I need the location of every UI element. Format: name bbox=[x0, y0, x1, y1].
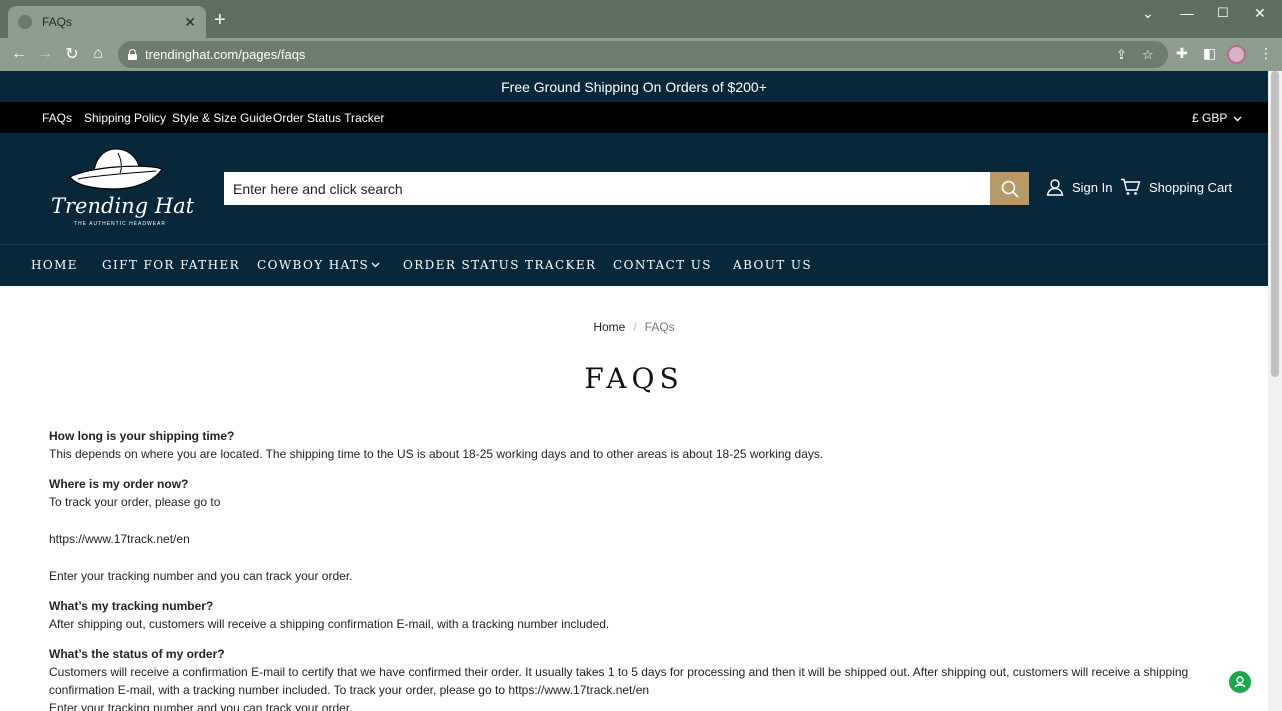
currency-selector[interactable]: £ GBP bbox=[1192, 111, 1242, 125]
nav-order-status-tracker[interactable]: ORDER STATUS TRACKER bbox=[403, 258, 596, 272]
top-menu-faqs[interactable]: FAQs bbox=[42, 111, 72, 125]
breadcrumb: Home / FAQs bbox=[0, 320, 1268, 334]
tab-title: FAQs bbox=[42, 15, 73, 29]
new-tab-icon[interactable]: + bbox=[214, 10, 226, 30]
breadcrumb-current: FAQs bbox=[644, 320, 675, 334]
site-header: Trending Hat THE AUTHENTIC HEADWEAR Sign… bbox=[0, 133, 1268, 244]
close-window-icon[interactable]: ✕ bbox=[1254, 6, 1266, 20]
chat-widget-button[interactable] bbox=[1229, 671, 1251, 693]
faq-answer: Customers will receive a confirmation E-… bbox=[49, 665, 1189, 697]
chevron-down-icon bbox=[1233, 116, 1242, 122]
sign-in-label: Sign In bbox=[1072, 179, 1113, 195]
bookmark-star-icon[interactable]: ☆ bbox=[1142, 47, 1154, 63]
shopping-cart-label: Shopping Cart bbox=[1149, 179, 1233, 195]
nav-cowboy-hats-label: COWBOY HATS bbox=[257, 258, 370, 272]
faq-item: What’s the status of my order? Customers… bbox=[49, 645, 1219, 711]
url-text: trendinghat.com/pages/faqs bbox=[145, 47, 306, 62]
home-icon[interactable]: ⌂ bbox=[87, 43, 109, 65]
main-navigation: HOME GIFT FOR FATHER COWBOY HATS ORDER S… bbox=[0, 244, 1268, 286]
extensions-icon[interactable]: ✚ bbox=[1176, 45, 1188, 62]
side-panel-icon[interactable]: ◧ bbox=[1203, 45, 1216, 62]
breadcrumb-separator: / bbox=[633, 320, 637, 334]
chat-icon bbox=[1234, 676, 1246, 688]
top-menu-style-size-guide[interactable]: Style & Size Guide bbox=[172, 111, 272, 125]
maximize-icon[interactable]: ☐ bbox=[1217, 6, 1229, 20]
search-input[interactable] bbox=[224, 172, 990, 205]
faq-item: How long is your shipping time? This dep… bbox=[49, 427, 1219, 463]
reload-icon[interactable]: ↻ bbox=[61, 43, 83, 65]
site-logo[interactable]: Trending Hat THE AUTHENTIC HEADWEAR bbox=[48, 145, 194, 231]
sign-in-link[interactable]: Sign In bbox=[1046, 178, 1112, 196]
profile-avatar-icon[interactable] bbox=[1227, 45, 1246, 64]
shopping-cart-link[interactable]: Shopping Cart bbox=[1120, 178, 1232, 196]
faq-question: How long is your shipping time? bbox=[49, 429, 235, 443]
minimize-icon[interactable]: — bbox=[1180, 6, 1194, 20]
nav-gift-for-father[interactable]: GIFT FOR FATHER bbox=[102, 258, 240, 272]
tab-close-icon[interactable]: ✕ bbox=[184, 15, 196, 29]
faq-item: What’s my tracking number? After shippin… bbox=[49, 597, 1219, 633]
faq-answer-outro: Enter your tracking number and you can t… bbox=[49, 569, 353, 583]
faq-content: How long is your shipping time? This dep… bbox=[49, 427, 1219, 711]
chevron-down-icon bbox=[371, 262, 380, 268]
browser-tab[interactable]: FAQs ✕ bbox=[8, 6, 206, 38]
address-bar[interactable]: trendinghat.com/pages/faqs ⇪ ☆ bbox=[118, 41, 1168, 68]
search-icon bbox=[1001, 180, 1019, 198]
nav-contact-us[interactable]: CONTACT US bbox=[613, 258, 712, 272]
browser-menu-icon[interactable]: ⋮ bbox=[1259, 45, 1273, 62]
tracking-link[interactable]: https://www.17track.net/en bbox=[49, 530, 1219, 548]
search-button[interactable] bbox=[990, 172, 1029, 205]
scrollbar-thumb[interactable] bbox=[1271, 71, 1279, 377]
faq-question: What’s the status of my order? bbox=[49, 647, 225, 661]
top-menu: FAQs Shipping Policy Style & Size Guide … bbox=[0, 102, 1268, 133]
share-icon[interactable]: ⇪ bbox=[1116, 47, 1127, 63]
nav-cowboy-hats[interactable]: COWBOY HATS bbox=[257, 258, 380, 272]
cowboy-hat-logo-icon bbox=[69, 148, 163, 190]
lock-icon bbox=[128, 49, 137, 60]
top-menu-shipping-policy[interactable]: Shipping Policy bbox=[84, 111, 166, 125]
forward-icon[interactable]: → bbox=[34, 43, 56, 65]
nav-about-us[interactable]: ABOUT US bbox=[733, 258, 812, 272]
announcement-bar: Free Ground Shipping On Orders of $200+ bbox=[0, 71, 1268, 102]
logo-wordmark: Trending Hat bbox=[51, 194, 195, 218]
nav-home[interactable]: HOME bbox=[31, 258, 78, 272]
user-icon bbox=[1046, 179, 1064, 196]
logo-tagline: THE AUTHENTIC HEADWEAR bbox=[74, 221, 167, 227]
browser-toolbar: ← → ↻ ⌂ trendinghat.com/pages/faqs ⇪ ☆ ✚… bbox=[0, 38, 1282, 71]
back-icon[interactable]: ← bbox=[8, 43, 30, 65]
shopping-cart-icon bbox=[1121, 178, 1141, 195]
faq-item: Where is my order now? To track your ord… bbox=[49, 475, 1219, 585]
faq-question: Where is my order now? bbox=[49, 477, 189, 491]
page-title: FAQS bbox=[584, 362, 684, 395]
currency-label: £ GBP bbox=[1192, 111, 1228, 125]
top-menu-order-status-tracker[interactable]: Order Status Tracker bbox=[273, 111, 384, 125]
faq-answer: This depends on where you are located. T… bbox=[49, 447, 824, 461]
tab-favicon-icon bbox=[18, 15, 32, 29]
faq-answer-intro: To track your order, please go to bbox=[49, 495, 221, 509]
page-scrollbar[interactable] bbox=[1268, 71, 1282, 711]
faq-question: What’s my tracking number? bbox=[49, 599, 214, 613]
breadcrumb-home[interactable]: Home bbox=[593, 320, 625, 334]
tab-search-chevron-icon[interactable]: ⌄ bbox=[1142, 6, 1154, 20]
browser-tab-bar: FAQs ✕ + ⌄ — ☐ ✕ bbox=[0, 0, 1282, 38]
faq-answer-tail: Enter your tracking number and you can t… bbox=[49, 701, 353, 711]
faq-answer: After shipping out, customers will recei… bbox=[49, 617, 610, 631]
